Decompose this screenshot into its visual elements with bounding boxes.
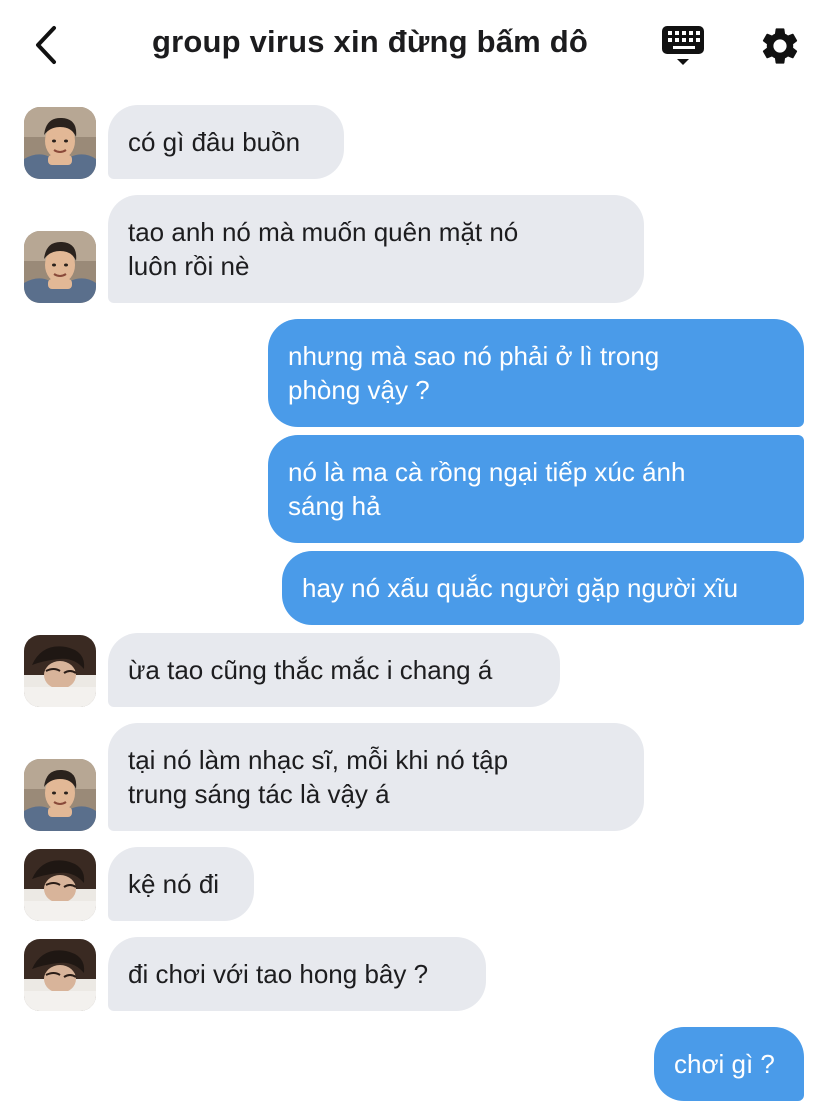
message-text: luôn rồi nè (128, 251, 250, 281)
back-button[interactable] (28, 24, 68, 68)
incoming-message[interactable]: kệ nó đi (108, 847, 254, 921)
outgoing-message[interactable]: chơi gì ? (654, 1027, 804, 1101)
incoming-message[interactable]: tại nó làm nhạc sĩ, mỗi khi nó tập trung… (108, 723, 644, 831)
message-text: trung sáng tác là vậy á (128, 779, 390, 809)
message-text: đi chơi với tao hong bây ? (128, 959, 429, 989)
message-text: sáng hả (288, 491, 381, 521)
avatar[interactable] (24, 231, 96, 303)
gear-icon (762, 28, 798, 64)
message-text: có gì đâu buồn (128, 127, 301, 157)
avatar-image (24, 635, 96, 707)
incoming-message[interactable]: ừa tao cũng thắc mắc i chang á (108, 633, 560, 707)
avatar[interactable] (24, 939, 96, 1011)
avatar-image (24, 939, 96, 1011)
message-text: tao anh nó mà muốn quên mặt nó (128, 217, 519, 247)
avatar-image (24, 107, 96, 179)
chevron-left-icon (36, 26, 56, 64)
settings-button[interactable] (758, 24, 802, 68)
message-text: ừa tao cũng thắc mắc i chang á (128, 655, 493, 685)
avatar-image (24, 849, 96, 921)
incoming-message[interactable]: có gì đâu buồn (108, 105, 344, 179)
avatar-image (24, 231, 96, 303)
incoming-message[interactable]: tao anh nó mà muốn quên mặt nó luôn rồi … (108, 195, 644, 303)
chat-header: group virus xin đừng bấm dô (0, 0, 828, 90)
outgoing-message[interactable]: nhưng mà sao nó phải ở lì trong phòng vậ… (268, 319, 804, 427)
keyboard-button[interactable] (660, 24, 708, 70)
avatar[interactable] (24, 759, 96, 831)
message-text: tại nó làm nhạc sĩ, mỗi khi nó tập (128, 745, 509, 775)
message-text: nó là ma cà rồng ngại tiếp xúc ánh (288, 457, 686, 487)
avatar-image (24, 759, 96, 831)
avatar[interactable] (24, 107, 96, 179)
message-text: phòng vậy ? (288, 375, 430, 405)
message-text: chơi gì ? (674, 1049, 775, 1079)
outgoing-message[interactable]: hay nó xấu quắc người gặp người xĩu (282, 551, 804, 625)
message-text: kệ nó đi (128, 869, 220, 899)
message-text: nhưng mà sao nó phải ở lì trong (288, 341, 660, 371)
outgoing-message[interactable]: nó là ma cà rồng ngại tiếp xúc ánh sáng … (268, 435, 804, 543)
message-text: hay nó xấu quắc người gặp người xĩu (302, 573, 739, 603)
avatar[interactable] (24, 635, 96, 707)
keyboard-icon (662, 26, 704, 65)
incoming-message[interactable]: đi chơi với tao hong bây ? (108, 937, 486, 1011)
chat-title: group virus xin đừng bấm dô (151, 24, 589, 59)
avatar[interactable] (24, 849, 96, 921)
